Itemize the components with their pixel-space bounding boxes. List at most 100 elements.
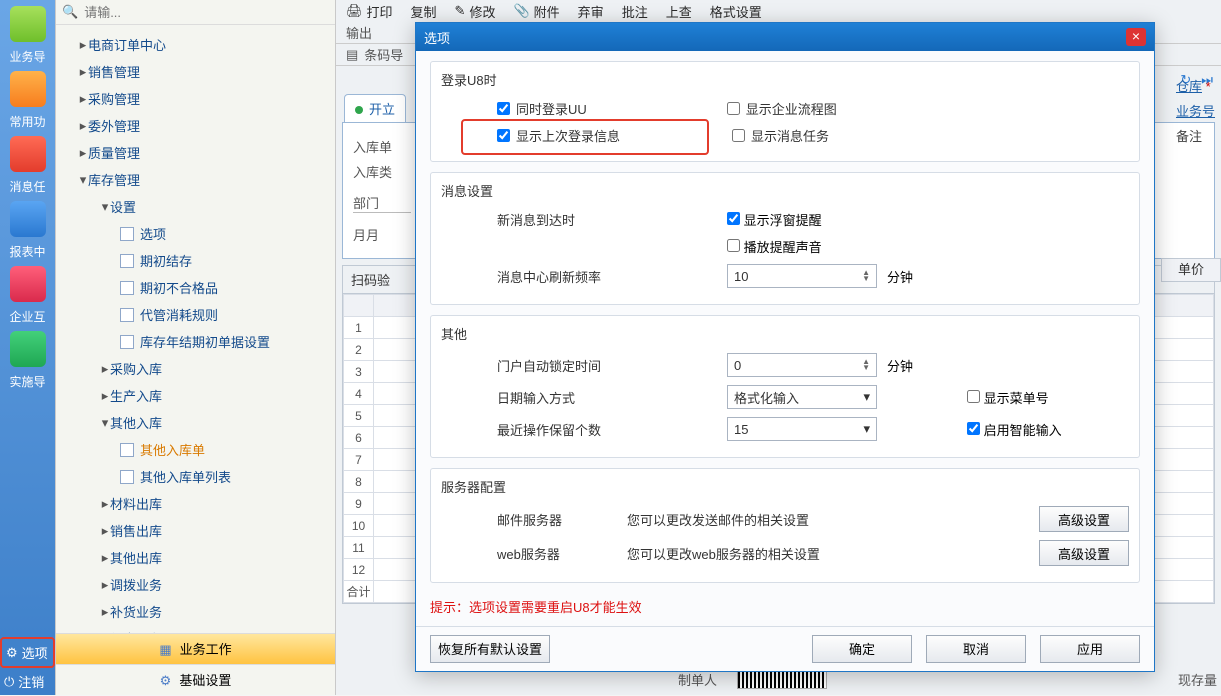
rail-label: 常用功 — [0, 113, 55, 130]
label-refresh: 消息中心刷新频率 — [497, 267, 637, 286]
chk-popup[interactable]: 显示浮窗提醒 — [727, 210, 822, 229]
reset-button[interactable]: 恢复所有默认设置 — [430, 635, 550, 663]
search-icon: 🔍 — [62, 4, 78, 20]
recent-select[interactable]: 15▾ — [727, 417, 877, 441]
tree-node[interactable]: ▸调拨业务 — [56, 571, 335, 598]
barcode-icon — [737, 669, 827, 689]
chk-login-uu[interactable]: 同时登录UU — [497, 99, 587, 118]
rail-logout-button[interactable]: ⏻注销 — [0, 668, 55, 695]
stock-label: 现存量 — [1178, 670, 1217, 689]
chk-msg-task[interactable]: 显示消息任务 — [732, 126, 829, 145]
section-header: 消息设置 — [441, 181, 1129, 200]
tb-up[interactable]: 上查 — [666, 0, 692, 22]
tree-node[interactable]: 期初结存 — [56, 247, 335, 274]
tree-node[interactable]: ▸生产入库 — [56, 382, 335, 409]
rail-label: 实施导 — [0, 373, 55, 390]
tree-node[interactable]: ▸销售管理 — [56, 58, 335, 85]
label-recent: 最近操作保留个数 — [497, 420, 637, 439]
dialog-titlebar[interactable]: 选项 × — [416, 23, 1154, 51]
tree-node[interactable]: ▾库存管理 — [56, 166, 335, 193]
close-icon[interactable]: × — [1126, 28, 1146, 46]
lock-spinner[interactable]: 0▲▼ — [727, 353, 877, 377]
dialog-title: 选项 — [424, 28, 450, 47]
tree-node[interactable]: ▸电商订单中心 — [56, 31, 335, 58]
sidebar-base-button[interactable]: ⚙基础设置 — [56, 664, 335, 695]
ok-button[interactable]: 确定 — [812, 635, 912, 663]
chk-menu-num[interactable]: 显示菜单号 — [967, 388, 1049, 407]
tree-node[interactable]: 库存年结期初单据设置 — [56, 328, 335, 355]
tree-node[interactable]: 选项 — [56, 220, 335, 247]
mail-advanced-button[interactable]: 高级设置 — [1039, 506, 1129, 532]
tree-node[interactable]: 其他入库单 — [56, 436, 335, 463]
tree-node[interactable]: 其他入库单列表 — [56, 463, 335, 490]
nav-sidebar: 🔍 ▸电商订单中心▸销售管理▸采购管理▸委外管理▸质量管理▾库存管理▾设置选项期… — [55, 0, 336, 695]
chevron-down-icon: ▾ — [863, 421, 870, 437]
chk-last-login[interactable]: 显示上次登录信息 — [497, 126, 620, 145]
tree-node[interactable]: ▾设置 — [56, 193, 335, 220]
label-web: web服务器 — [497, 544, 587, 563]
cancel-button[interactable]: 取消 — [926, 635, 1026, 663]
memo-label: 备注 — [1176, 126, 1215, 145]
bizno-link[interactable]: 业务号 — [1176, 104, 1215, 119]
tree-node[interactable]: 期初不合格品 — [56, 274, 335, 301]
label-lock: 门户自动锁定时间 — [497, 356, 637, 375]
label-new-msg: 新消息到达时 — [497, 210, 637, 229]
tb-print[interactable]: 🖨 打印 — [346, 0, 393, 22]
section-message: 消息设置 新消息到达时 显示浮窗提醒 播放提醒声音 消息中心刷新频率 10▲▼ … — [430, 172, 1140, 305]
section-login: 登录U8时 同时登录UU 显示企业流程图 显示上次登录信息 显示消息任务 — [430, 61, 1140, 162]
tree-node[interactable]: ▾其他入库 — [56, 409, 335, 436]
doc-icon: ▦ — [159, 634, 171, 665]
label-date: 日期输入方式 — [497, 388, 637, 407]
tb-fmt[interactable]: 格式设置 — [710, 0, 762, 22]
warehouse-link[interactable]: 仓库 — [1176, 79, 1202, 94]
spinner-icon[interactable]: ▲▼ — [862, 359, 870, 371]
barcode-icon: ▤ — [346, 47, 358, 63]
rail-icon-ent[interactable] — [10, 266, 46, 302]
tb-note[interactable]: 批注 — [622, 0, 648, 22]
tree-node[interactable]: ▸采购管理 — [56, 85, 335, 112]
search-input[interactable] — [84, 5, 329, 20]
tb-output[interactable]: 输出 — [346, 23, 372, 42]
field-label: 部门 — [353, 193, 411, 213]
chk-smart-input[interactable]: 启用智能输入 — [967, 420, 1062, 439]
tree-node[interactable]: ▸补货业务 — [56, 598, 335, 625]
rail-icon-biz[interactable] — [10, 6, 46, 42]
section-other: 其他 门户自动锁定时间 0▲▼ 分钟 日期输入方式 格式化输入▾ 显示菜单号 最… — [430, 315, 1140, 458]
tb-attach[interactable]: 📎 附件 — [513, 0, 559, 22]
tree-node[interactable]: ▸其他出库 — [56, 544, 335, 571]
tree-node[interactable]: ▸销售出库 — [56, 517, 335, 544]
tb-discard[interactable]: 弃审 — [578, 0, 604, 22]
rail-label: 报表中 — [0, 243, 55, 260]
sidebar-biz-button[interactable]: ▦业务工作 — [56, 633, 335, 664]
date-select[interactable]: 格式化输入▾ — [727, 385, 877, 409]
tb-modify[interactable]: ✎ 修改 — [455, 0, 496, 22]
status-dot-icon — [355, 106, 363, 114]
tree-node[interactable]: ▸委外管理 — [56, 112, 335, 139]
tree-node[interactable]: ▸材料出库 — [56, 490, 335, 517]
refresh-spinner[interactable]: 10▲▼ — [727, 264, 877, 288]
rail-label: 业务导 — [0, 48, 55, 65]
tb-copy[interactable]: 复制 — [411, 0, 437, 22]
rail-icon-report[interactable] — [10, 201, 46, 237]
tree-node[interactable]: ▸采购入库 — [56, 355, 335, 382]
tab-open[interactable]: 开立 — [344, 94, 406, 122]
rail-icon-fav[interactable] — [10, 71, 46, 107]
chk-sound[interactable]: 播放提醒声音 — [727, 237, 822, 256]
desc-mail: 您可以更改发送邮件的相关设置 — [627, 510, 809, 529]
tree-node[interactable]: ▸质量管理 — [56, 139, 335, 166]
label-mail: 邮件服务器 — [497, 510, 587, 529]
chk-flowchart[interactable]: 显示企业流程图 — [727, 99, 837, 118]
rail-options-button[interactable]: ⚙选项 — [0, 637, 55, 668]
section-header: 服务器配置 — [441, 477, 1129, 496]
rail-icon-msg[interactable] — [10, 136, 46, 172]
price-column-header: 单价 — [1161, 258, 1221, 282]
rail-icon-impl[interactable] — [10, 331, 46, 367]
nav-tree: ▸电商订单中心▸销售管理▸采购管理▸委外管理▸质量管理▾库存管理▾设置选项期初结… — [56, 25, 335, 635]
tree-node[interactable]: 代管消耗规则 — [56, 301, 335, 328]
toolbar: 🖨 打印 复制 ✎ 修改 📎 附件 弃审 批注 上查 格式设置 — [336, 0, 1221, 22]
chevron-down-icon: ▾ — [863, 389, 870, 405]
web-advanced-button[interactable]: 高级设置 — [1039, 540, 1129, 566]
spinner-icon[interactable]: ▲▼ — [862, 270, 870, 282]
apply-button[interactable]: 应用 — [1040, 635, 1140, 663]
rail-label: 企业互 — [0, 308, 55, 325]
